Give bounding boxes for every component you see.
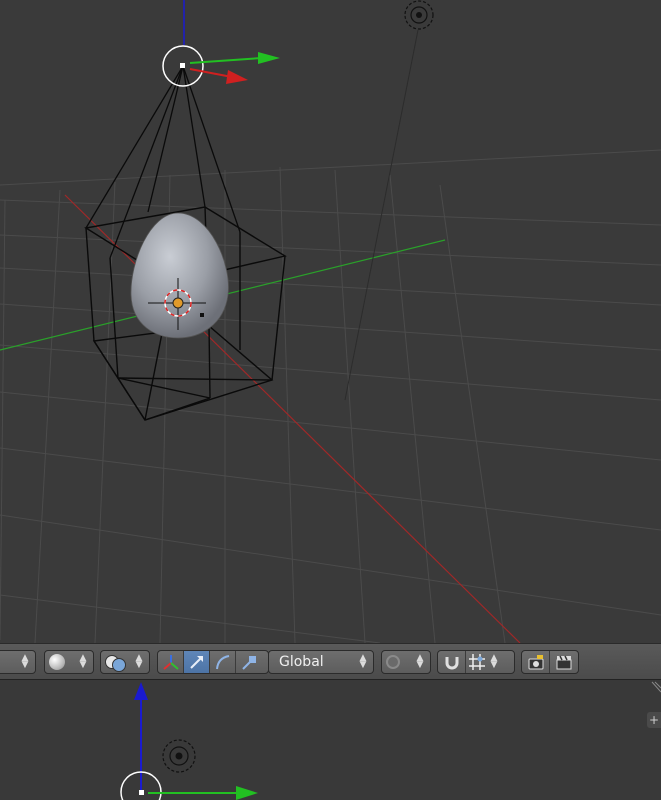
- clapperboard-icon: [556, 655, 572, 670]
- snap-element-selector[interactable]: ▲ ▼: [466, 651, 502, 673]
- translate-arrow-icon: [189, 656, 203, 669]
- proportional-edit-selector[interactable]: ▲ ▼: [381, 650, 431, 674]
- viewport-scene: [0, 0, 661, 643]
- transform-gizmo[interactable]: [162, 45, 280, 87]
- 3d-viewport-top[interactable]: [0, 0, 661, 643]
- orientation-value: Global: [279, 654, 324, 670]
- proportional-edit-icon: [386, 655, 400, 669]
- camera-render-icon: [528, 655, 543, 670]
- transform-orientation-select[interactable]: Global ▲ ▼: [268, 650, 374, 674]
- mode-selector[interactable]: ▲ ▼: [0, 650, 36, 674]
- manipulator-group: [157, 650, 269, 674]
- transform-gizmo[interactable]: [120, 682, 258, 800]
- egg-mesh[interactable]: [130, 212, 229, 339]
- 3d-view-header: ▲ ▼ ▲ ▼ ▲ ▼ Global ▲ ▼ ▲ ▼ ▲ ▼: [0, 643, 661, 680]
- rotate-button[interactable]: [210, 651, 236, 673]
- magnet-icon: [445, 657, 458, 670]
- scale-handle-icon: [242, 656, 256, 670]
- render-animation-button[interactable]: [550, 651, 578, 673]
- viewport-shading-selector[interactable]: ▲ ▼: [44, 650, 94, 674]
- snap-toggle-button[interactable]: [438, 651, 466, 673]
- manipulator-axes-icon: [162, 655, 179, 670]
- scale-button[interactable]: [236, 651, 262, 673]
- snap-group: ▲ ▼: [437, 650, 515, 674]
- 3d-viewport-bottom[interactable]: +: [0, 680, 661, 800]
- render-group: [521, 650, 579, 674]
- solid-sphere-icon: [49, 654, 65, 670]
- manipulator-toggle-button[interactable]: [158, 651, 184, 673]
- floor-grid: [0, 149, 661, 643]
- overlays-selector[interactable]: ▲ ▼: [100, 650, 150, 674]
- lamp-icon[interactable]: [404, 0, 434, 30]
- render-image-button[interactable]: [522, 651, 551, 673]
- lamp-icon[interactable]: [162, 739, 196, 773]
- tool-shelf-toggle[interactable]: +: [647, 712, 661, 728]
- dropdown-arrows-icon: ▲ ▼: [135, 653, 143, 670]
- dropdown-arrows-icon: ▲ ▼: [416, 653, 424, 670]
- overlay-spheres-icon: [105, 653, 126, 672]
- translate-button[interactable]: [184, 651, 210, 673]
- dropdown-arrows-icon: ▲ ▼: [21, 653, 29, 670]
- dropdown-arrows-icon: ▲ ▼: [490, 653, 498, 670]
- dropdown-arrows-icon: ▲ ▼: [79, 653, 87, 670]
- viewport-bottom-scene: [120, 681, 661, 800]
- dropdown-arrows-icon: ▲ ▼: [359, 653, 367, 670]
- rotate-arc-icon: [215, 655, 229, 670]
- snap-grid-icon: [469, 654, 485, 670]
